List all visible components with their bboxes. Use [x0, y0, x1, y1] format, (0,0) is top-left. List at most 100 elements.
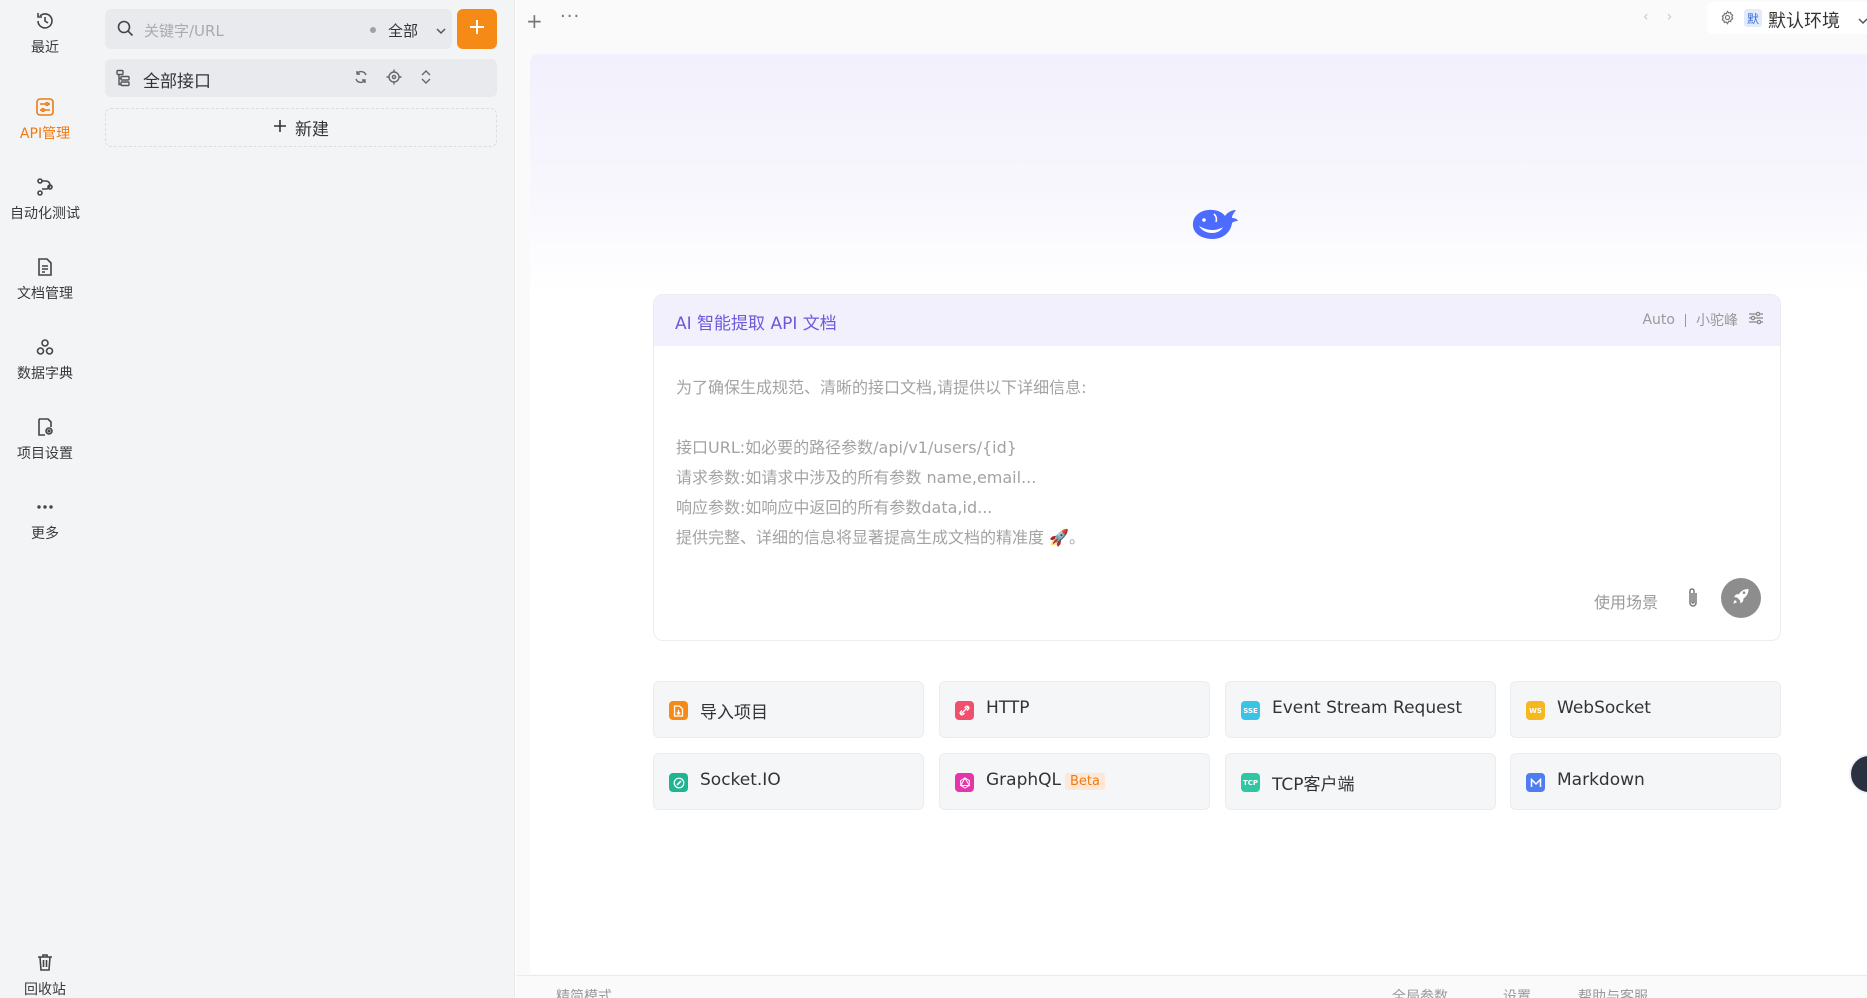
websocket-icon: WS [1526, 701, 1545, 720]
nav-item-api-management[interactable]: API管理 [0, 86, 90, 152]
whale-logo-icon [1190, 206, 1240, 248]
search-placeholder: 关键字/URL [144, 22, 224, 40]
global-params-button[interactable]: 全局参数 [1392, 986, 1448, 998]
nav-item-recycle-bin[interactable]: 回收站 [0, 952, 90, 998]
prompt-line: 为了确保生成规范、清晰的接口文档,请提供以下详细信息: [676, 378, 1087, 397]
all-interfaces-label: 全部接口 [143, 72, 211, 92]
chevron-down-icon [1857, 12, 1867, 31]
ai-card-header: AI 智能提取 API 文档 Auto 小驼峰 [654, 295, 1780, 346]
nav-item-documents[interactable]: 文档管理 [0, 246, 90, 312]
nav-item-automation[interactable]: 自动化测试 [0, 166, 90, 232]
tab-bar: + ··· ‹› 默 默认环境 [516, 0, 1867, 40]
gear-icon[interactable] [1720, 10, 1735, 29]
filter-select[interactable]: 全部 [388, 20, 418, 41]
chevron-down-icon[interactable] [435, 22, 447, 41]
quick-action-event-stream[interactable]: SSE Event Stream Request [1225, 681, 1496, 738]
beta-badge: Beta [1065, 773, 1105, 790]
refresh-icon[interactable] [353, 69, 369, 89]
prompt-line: 接口URL:如必要的路径参数/api/v1/users/{id} [676, 438, 1017, 457]
ai-extract-page: AI 智能提取 API 文档 Auto 小驼峰 为了确保生成规范、清晰的接口文档… [530, 54, 1867, 974]
sse-icon: SSE [1241, 701, 1260, 720]
prompt-line: 提供完整、详细的信息将显著提高生成文档的精准度 🚀。 [676, 528, 1086, 547]
prompt-line [676, 403, 1086, 433]
quick-action-label: Socket.IO [700, 770, 781, 790]
ai-options: Auto 小驼峰 [1642, 310, 1764, 330]
tab-scroll-arrows[interactable]: ‹› [1643, 9, 1690, 25]
locate-icon[interactable] [386, 69, 402, 89]
add-button[interactable] [457, 9, 497, 49]
nav-item-project-settings[interactable]: 项目设置 [0, 406, 90, 472]
nav-item-more[interactable]: 更多 [0, 486, 90, 552]
document-icon [34, 256, 56, 278]
hero-banner [530, 54, 1867, 294]
tcp-icon: TCP [1241, 773, 1260, 792]
automation-icon [34, 176, 56, 198]
folder-tree-icon [115, 69, 131, 91]
settings-button[interactable]: 设置 [1503, 986, 1531, 998]
quick-action-http[interactable]: HTTP [939, 681, 1210, 738]
http-icon [955, 701, 974, 720]
all-interfaces-row[interactable]: 全部接口 [105, 59, 497, 97]
quick-action-socketio[interactable]: Socket.IO [653, 753, 924, 810]
quick-action-label: WebSocket [1557, 698, 1651, 718]
prompt-line: 响应参数:如响应中返回的所有参数data,id... [676, 498, 993, 517]
api-tree-panel: 关键字/URL 全部 全部接口 新建 [90, 0, 515, 998]
main-area: + ··· ‹› 默 默认环境 AI 智能提取 API 文档 Auto 小驼峰 … [516, 0, 1867, 998]
project-settings-icon [34, 416, 56, 438]
trash-icon [35, 952, 55, 976]
more-icon [34, 496, 56, 518]
ai-prompt-textarea[interactable]: 为了确保生成规范、清晰的接口文档,请提供以下详细信息: 接口URL:如必要的路径… [676, 373, 1086, 553]
nav-label: 项目设置 [17, 446, 73, 462]
app-window: 最近 API管理 自动化测试 文档管理 数据字典 项目设置 更多 回收站 关键字… [0, 0, 1867, 998]
ai-naming-select[interactable]: 小驼峰 [1696, 310, 1738, 330]
quick-action-label: Event Stream Request [1272, 698, 1463, 718]
quick-action-label: TCP客户端 [1272, 775, 1355, 795]
compact-mode-toggle[interactable]: 精简模式 [556, 986, 612, 998]
nav-label: 数据字典 [17, 366, 73, 382]
nav-label: 文档管理 [17, 286, 73, 302]
nav-label: 更多 [31, 526, 59, 542]
markdown-icon [1526, 773, 1545, 792]
quick-action-websocket[interactable]: WS WebSocket [1510, 681, 1781, 738]
usage-scenario-button[interactable]: 使用场景 [1594, 589, 1658, 613]
nav-item-data-dictionary[interactable]: 数据字典 [0, 326, 90, 392]
new-label: 新建 [295, 120, 329, 140]
rocket-icon [1732, 587, 1750, 609]
search-input[interactable]: 关键字/URL 全部 [105, 9, 452, 49]
import-icon [669, 701, 688, 720]
plus-icon [469, 19, 485, 39]
socketio-icon [669, 773, 688, 792]
status-bar: 精简模式 全局参数 设置 帮助与客服 [516, 975, 1867, 998]
quick-action-markdown[interactable]: Markdown [1510, 753, 1781, 810]
quick-action-label: GraphQL [986, 770, 1061, 790]
plus-icon [273, 118, 287, 137]
nav-label: 回收站 [24, 982, 66, 998]
quick-action-import[interactable]: 导入项目 [653, 681, 924, 738]
left-nav: 最近 API管理 自动化测试 文档管理 数据字典 项目设置 更多 回收站 [0, 0, 90, 998]
graphql-icon [955, 773, 974, 792]
paperclip-icon[interactable] [1686, 587, 1700, 613]
nav-label: API管理 [19, 126, 71, 142]
help-button[interactable]: 帮助与客服 [1578, 986, 1648, 998]
ai-extract-card: AI 智能提取 API 文档 Auto 小驼峰 为了确保生成规范、清晰的接口文档… [653, 294, 1781, 641]
env-badge: 默 [1744, 9, 1762, 27]
quick-action-tcp[interactable]: TCP TCP客户端 [1225, 753, 1496, 810]
history-icon [34, 10, 56, 32]
send-button[interactable] [1721, 578, 1761, 618]
ai-mode-select[interactable]: Auto [1642, 312, 1675, 328]
filter-status-dot [370, 27, 376, 33]
search-icon [117, 20, 134, 41]
quick-action-label: Markdown [1557, 770, 1645, 790]
nav-item-recent[interactable]: 最近 [0, 0, 90, 66]
expand-collapse-icon[interactable] [418, 69, 434, 89]
divider [1685, 313, 1686, 327]
environment-select[interactable]: 默 默认环境 [1707, 2, 1867, 34]
quick-action-label: HTTP [986, 698, 1030, 718]
ai-card-title: AI 智能提取 API 文档 [675, 314, 837, 334]
sliders-icon[interactable] [1748, 311, 1764, 329]
quick-action-graphql[interactable]: GraphQL Beta [939, 753, 1210, 810]
new-button[interactable]: 新建 [105, 108, 497, 147]
tab-more-button[interactable]: ··· [560, 6, 580, 27]
data-dictionary-icon [34, 336, 56, 358]
new-tab-button[interactable]: + [526, 9, 543, 33]
